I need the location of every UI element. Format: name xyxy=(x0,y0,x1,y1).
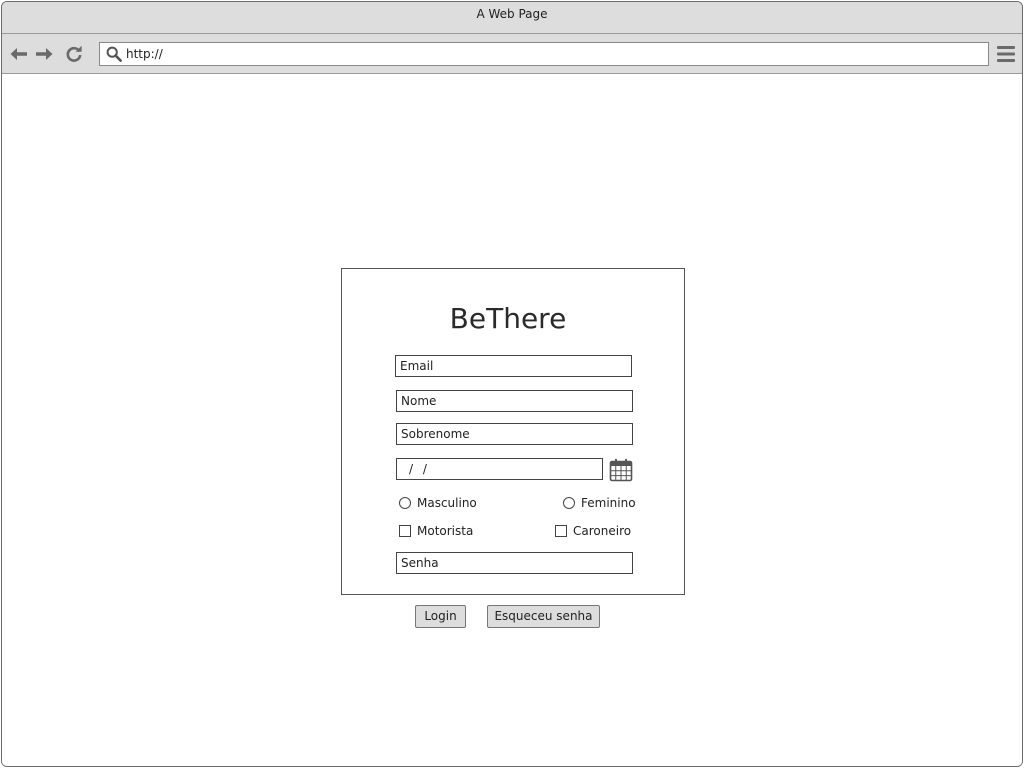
sobrenome-field[interactable] xyxy=(396,423,633,445)
birthdate-field[interactable] xyxy=(396,458,603,480)
page-content: BeThere Masculino Feminino xyxy=(2,74,1022,766)
gender-female-label: Feminino xyxy=(581,496,636,510)
checkbox-square xyxy=(399,525,411,537)
reload-icon[interactable] xyxy=(64,44,84,64)
gender-male-label: Masculino xyxy=(417,496,477,510)
rider-label: Caroneiro xyxy=(573,524,632,538)
browser-window: A Web Page http:// BeThere Email Nome So… xyxy=(1,1,1023,767)
checkbox-square xyxy=(555,525,567,537)
forgot-password-button[interactable]: Esqueceu senha xyxy=(487,605,600,628)
registration-form: BeThere Masculino Feminino xyxy=(341,268,685,595)
brand-title: BeThere xyxy=(449,302,567,335)
window-titlebar: A Web Page xyxy=(2,2,1022,34)
calendar-icon[interactable] xyxy=(609,458,633,482)
driver-label: Motorista xyxy=(417,524,474,538)
radio-circle xyxy=(563,497,575,509)
senha-field[interactable] xyxy=(396,552,633,574)
back-arrow-icon[interactable] xyxy=(9,44,29,64)
url-text: http:// xyxy=(126,47,163,61)
login-button[interactable]: Login xyxy=(415,605,466,628)
address-bar[interactable]: http:// xyxy=(99,42,989,66)
window-title: A Web Page xyxy=(476,7,548,21)
nome-field[interactable] xyxy=(396,390,633,412)
search-icon xyxy=(106,46,122,62)
forward-arrow-icon[interactable] xyxy=(34,44,54,64)
hamburger-menu-icon[interactable] xyxy=(996,45,1016,63)
email-field[interactable] xyxy=(395,355,632,377)
browser-toolbar: http:// xyxy=(2,34,1022,74)
radio-circle xyxy=(399,497,411,509)
